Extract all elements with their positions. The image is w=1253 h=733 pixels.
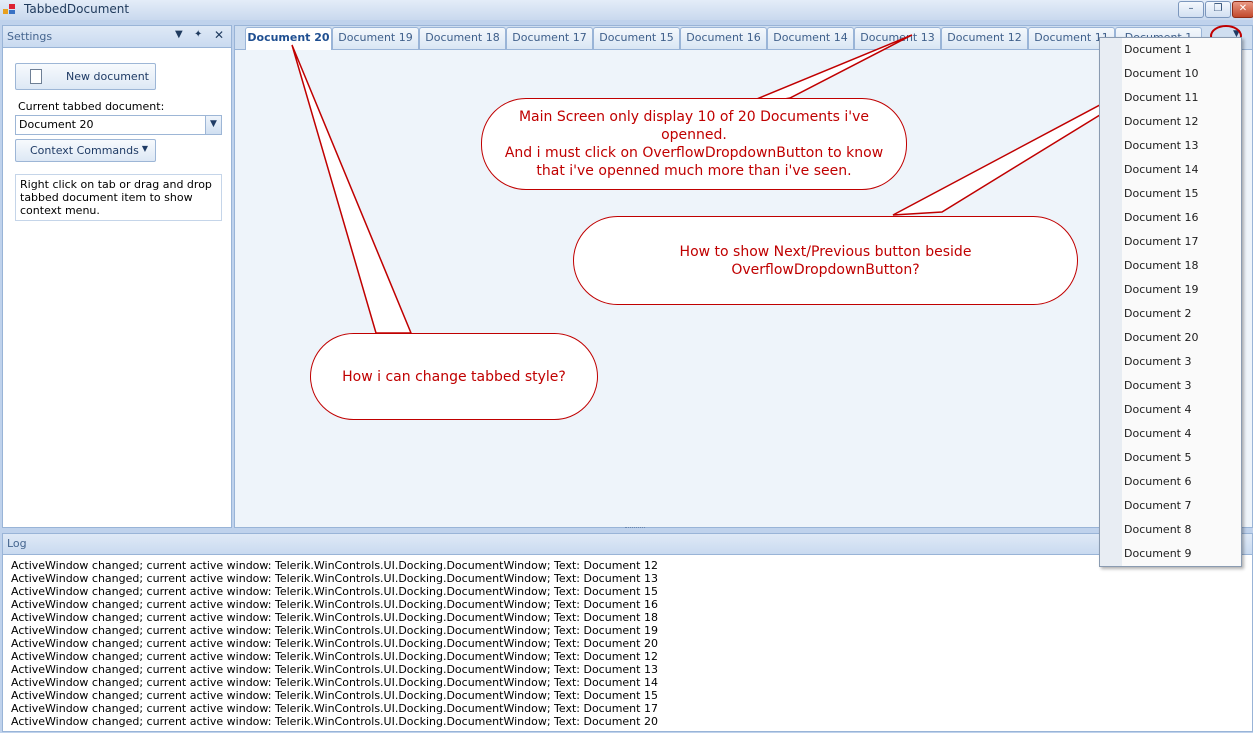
overflow-menu-item[interactable]: Document 4 <box>1124 422 1191 446</box>
overflow-menu-item[interactable]: Document 20 <box>1124 326 1198 350</box>
overflow-menu-item[interactable]: Document 2 <box>1124 302 1191 326</box>
overflow-menu-item[interactable]: Document 14 <box>1124 158 1198 182</box>
overflow-menu-item[interactable]: Document 17 <box>1124 230 1198 254</box>
callout-main-screen-text: Main Screen only display 10 of 20 Docume… <box>504 109 884 179</box>
menu-gutter <box>1100 38 1122 566</box>
overflow-menu-item[interactable]: Document 5 <box>1124 446 1191 470</box>
callout-tab-style-text: How i can change tabbed style? <box>342 368 566 385</box>
overflow-menu-item[interactable]: Document 3 <box>1124 374 1191 398</box>
overflow-menu-item[interactable]: Document 6 <box>1124 470 1191 494</box>
overflow-menu-item[interactable]: Document 8 <box>1124 518 1191 542</box>
overflow-menu-item[interactable]: Document 15 <box>1124 182 1198 206</box>
overflow-menu-item[interactable]: Document 3 <box>1124 350 1191 374</box>
overflow-menu-item[interactable]: Document 9 <box>1124 542 1191 566</box>
callout-next-prev: How to show Next/Previous button beside … <box>573 216 1078 305</box>
overflow-menu-item[interactable]: Document 12 <box>1124 110 1198 134</box>
callout-next-prev-text: How to show Next/Previous button beside … <box>679 243 972 278</box>
overflow-menu-item[interactable]: Document 10 <box>1124 62 1198 86</box>
callout-main-screen: Main Screen only display 10 of 20 Docume… <box>481 98 907 190</box>
callout-tab-style: How i can change tabbed style? <box>310 333 598 420</box>
overflow-menu-item[interactable]: Document 19 <box>1124 278 1198 302</box>
overflow-menu-item[interactable]: Document 18 <box>1124 254 1198 278</box>
overflow-menu-item[interactable]: Document 1 <box>1124 38 1191 62</box>
overflow-menu-item[interactable]: Document 4 <box>1124 398 1191 422</box>
overflow-menu: Document 1 Document 10 Document 11 Document… <box>1099 37 1242 567</box>
overflow-menu-item[interactable]: Document 11 <box>1124 86 1198 110</box>
overflow-menu-item[interactable]: Document 16 <box>1124 206 1198 230</box>
overflow-menu-item[interactable]: Document 7 <box>1124 494 1191 518</box>
callout-arrow-tab-style <box>291 44 413 334</box>
overflow-menu-item[interactable]: Document 13 <box>1124 134 1198 158</box>
